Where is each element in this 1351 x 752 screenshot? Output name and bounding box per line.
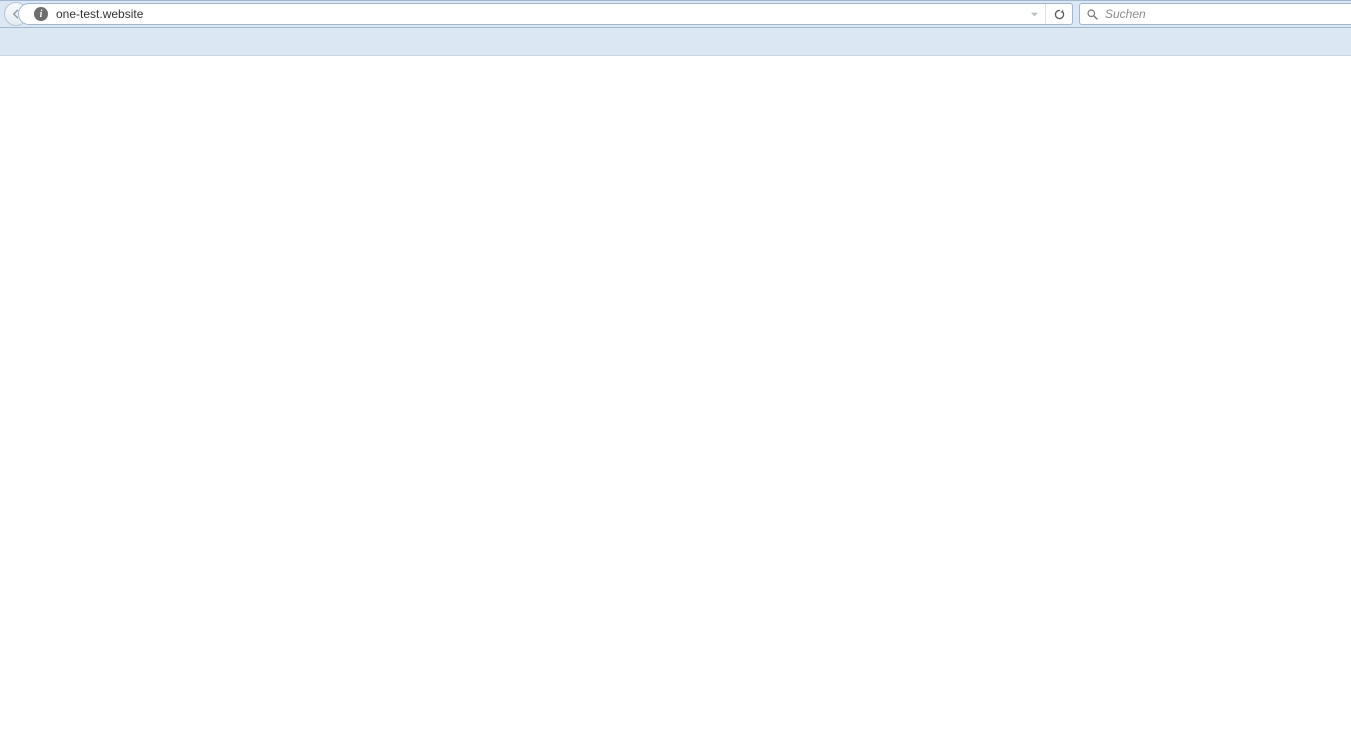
search-bar[interactable] (1079, 3, 1351, 25)
page-content (0, 56, 1351, 752)
reload-button[interactable] (1046, 4, 1072, 24)
chevron-down-icon (1030, 10, 1039, 19)
reload-icon (1053, 8, 1066, 21)
toolbar-lower-strip (0, 28, 1351, 56)
url-input[interactable] (56, 4, 1024, 24)
search-input[interactable] (1105, 4, 1351, 24)
site-info-icon[interactable]: i (34, 7, 48, 21)
search-icon (1086, 8, 1099, 21)
browser-toolbar: i (0, 0, 1351, 28)
url-dropdown-button[interactable] (1024, 4, 1046, 24)
address-bar[interactable]: i (32, 3, 1073, 25)
